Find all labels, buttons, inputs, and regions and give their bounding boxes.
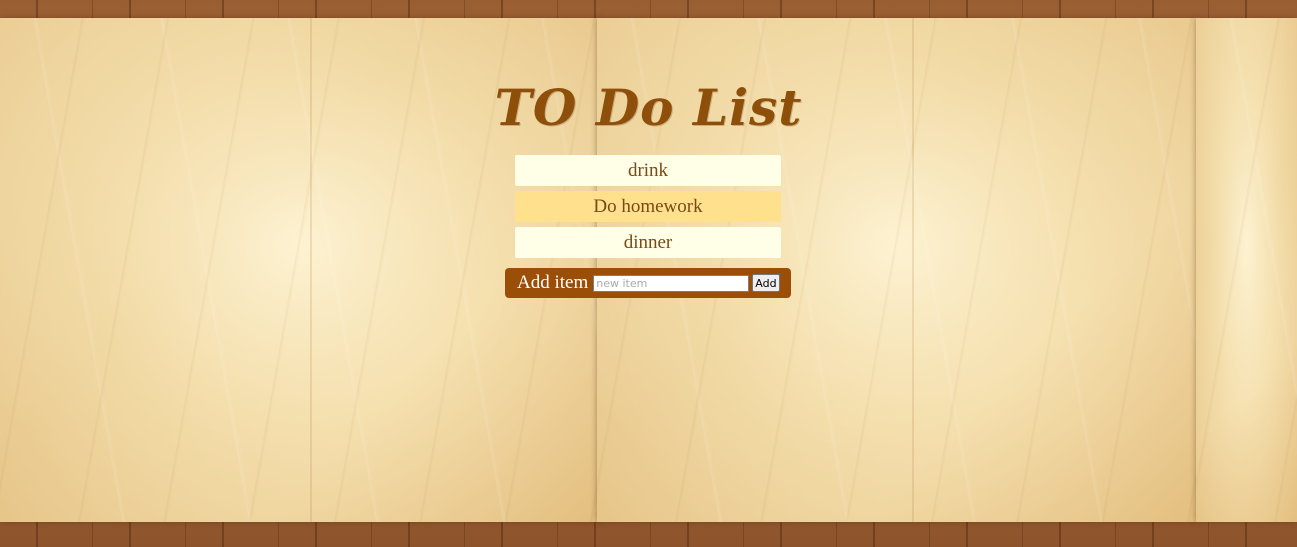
page-title: TO Do List (494, 78, 803, 137)
todo-item[interactable]: drink (515, 155, 781, 186)
add-button[interactable]: Add (752, 274, 780, 292)
todo-list: drink Do homework dinner (515, 155, 781, 263)
todo-item[interactable]: dinner (515, 227, 781, 258)
todo-app: TO Do List drink Do homework dinner Add … (0, 0, 1297, 547)
todo-item[interactable]: Do homework (515, 191, 781, 222)
add-item-label: Add item (517, 272, 589, 293)
add-item-form: Add item Add (505, 268, 791, 298)
new-item-input[interactable] (593, 274, 750, 292)
